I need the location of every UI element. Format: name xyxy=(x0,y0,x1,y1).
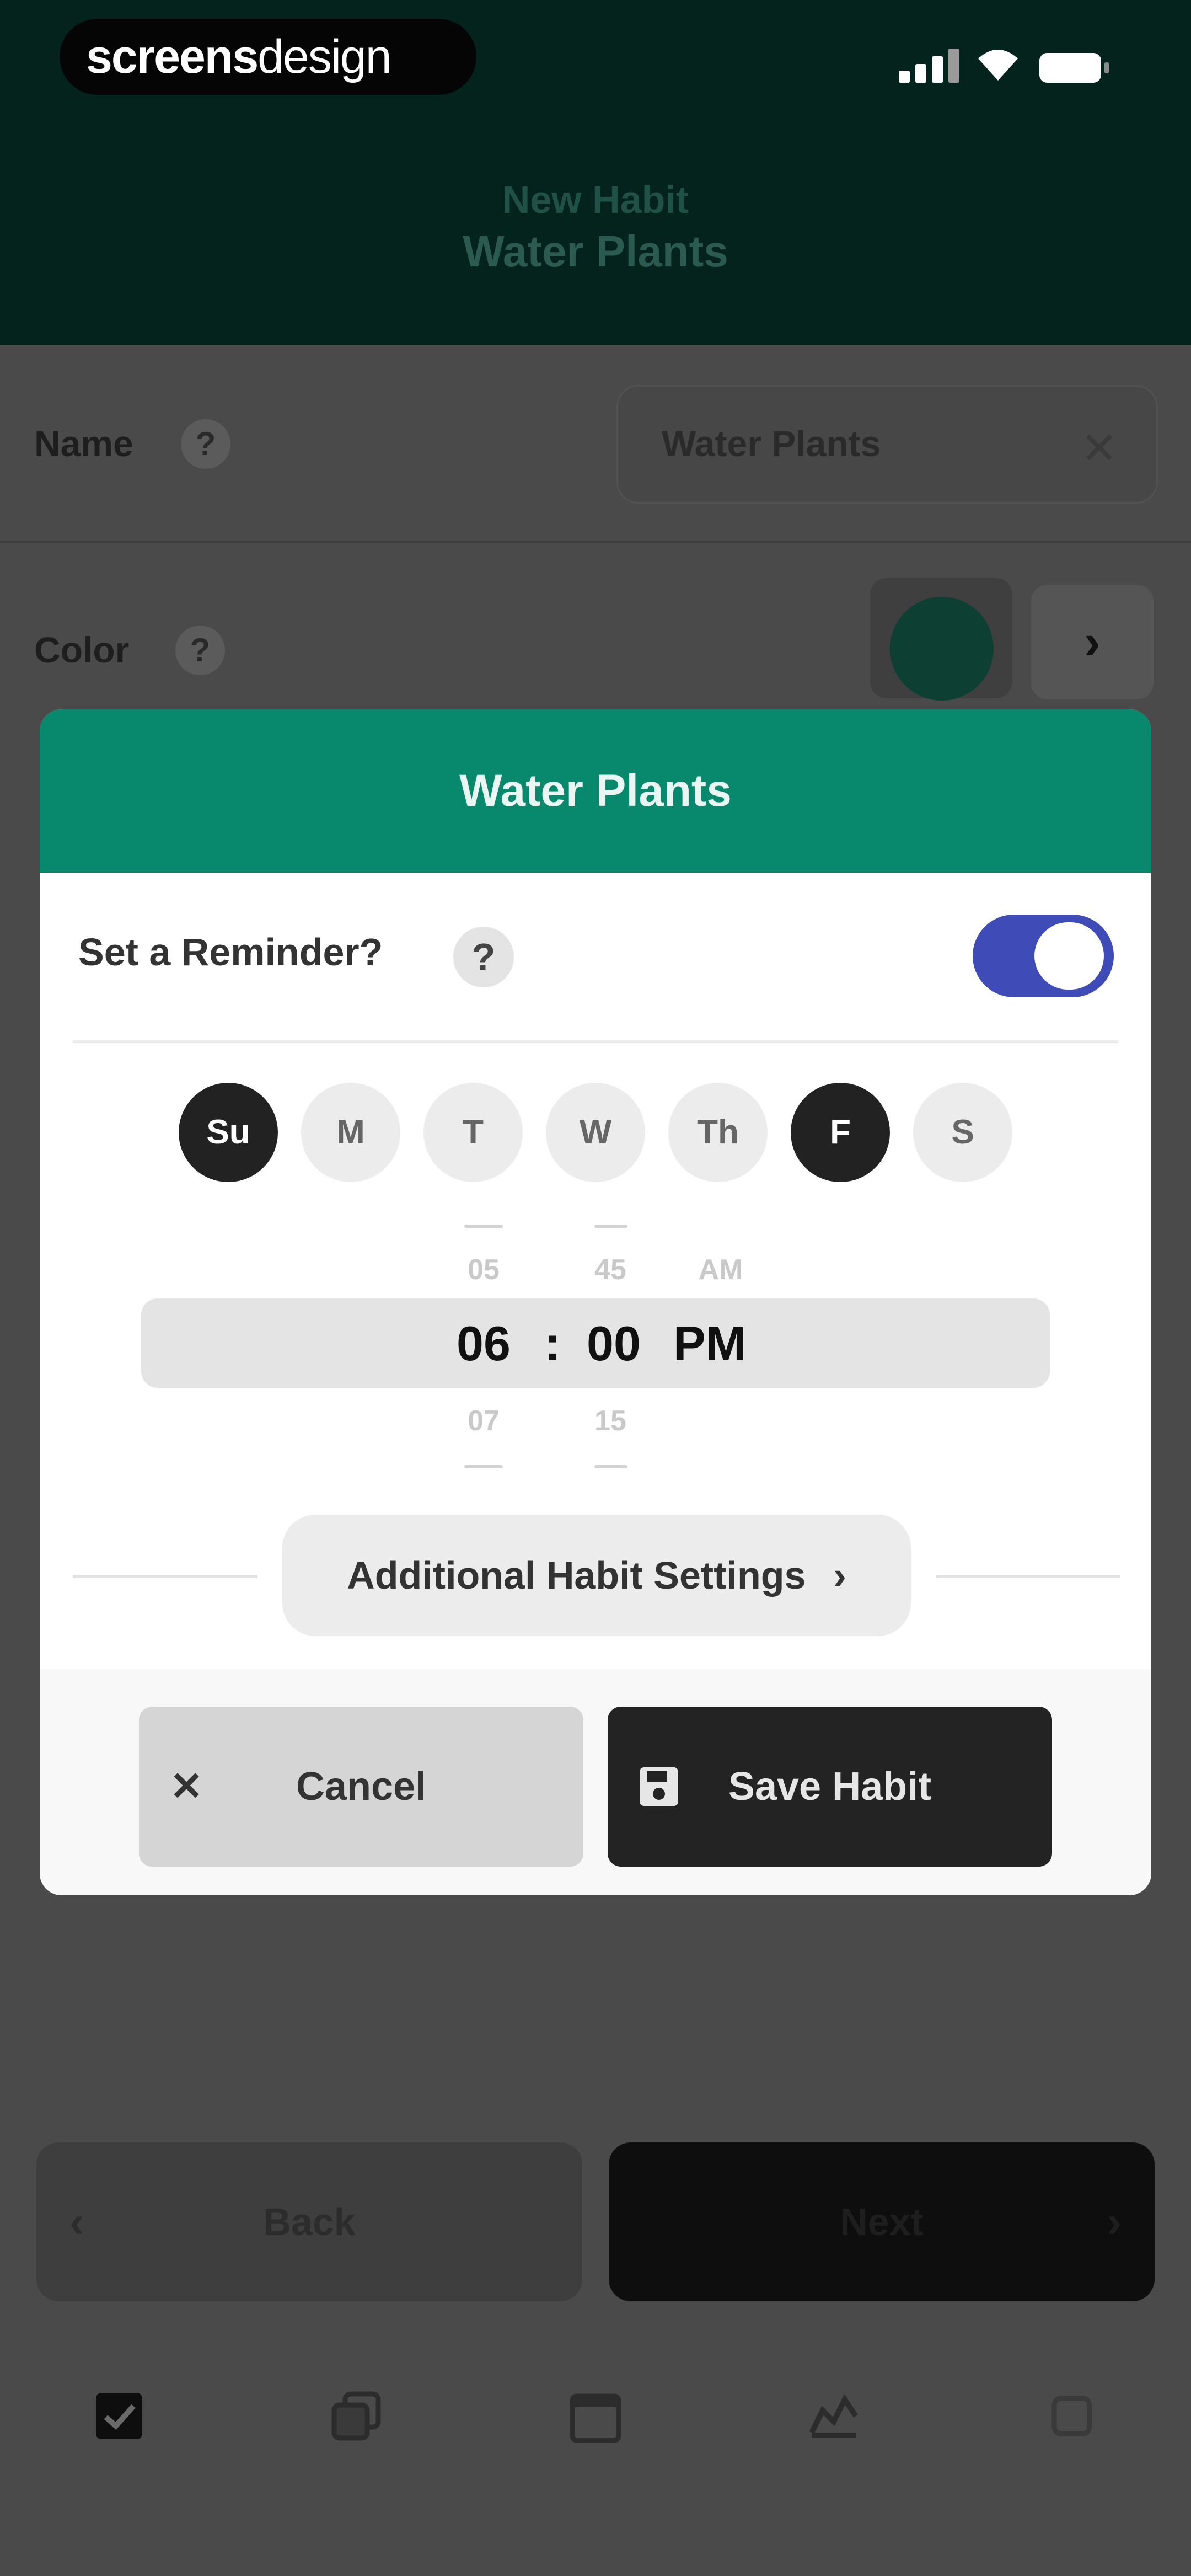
next-button[interactable]: Next › xyxy=(609,2142,1155,2301)
color-swatch[interactable] xyxy=(890,597,994,701)
wheel-dash xyxy=(464,1465,503,1468)
chevron-left-icon: ‹ xyxy=(69,2197,84,2246)
reminder-modal: Water Plants Set a Reminder? ? Su M T W … xyxy=(40,709,1151,1895)
wifi-icon xyxy=(978,50,1018,81)
day-saturday[interactable]: S xyxy=(913,1083,1012,1182)
header-title: Water Plants xyxy=(463,227,728,276)
name-input-value: Water Plants xyxy=(662,423,881,464)
color-label: Color xyxy=(34,629,130,670)
period-value[interactable]: PM xyxy=(668,1311,751,1377)
reminder-help-button[interactable]: ? xyxy=(453,927,514,987)
chevron-right-icon: › xyxy=(833,1554,846,1597)
settings-divider-right xyxy=(936,1575,1120,1578)
day-tuesday[interactable]: T xyxy=(423,1083,523,1182)
day-friday[interactable]: F xyxy=(791,1083,890,1182)
clear-icon[interactable]: ✕ xyxy=(1081,423,1118,474)
additional-settings-label: Additional Habit Settings xyxy=(347,1554,806,1597)
wheel-dash xyxy=(594,1225,627,1228)
toggle-knob xyxy=(1034,922,1104,990)
settings-divider-left xyxy=(73,1575,257,1578)
header-subtitle: New Habit xyxy=(502,178,689,221)
minute-next[interactable]: 15 xyxy=(586,1404,635,1437)
color-help-button[interactable]: ? xyxy=(175,626,225,675)
minute-prev[interactable]: 45 xyxy=(586,1253,635,1286)
hour-next[interactable]: 07 xyxy=(459,1404,508,1437)
minute-value[interactable]: 00 xyxy=(572,1311,655,1377)
brand-watermark: screensdesign xyxy=(60,19,476,95)
day-thursday[interactable]: Th xyxy=(668,1083,768,1182)
period-prev[interactable]: AM xyxy=(690,1253,751,1286)
cancel-button[interactable]: ✕ Cancel xyxy=(139,1707,583,1867)
battery-icon xyxy=(1039,53,1109,83)
reminder-label: Set a Reminder? xyxy=(78,931,383,974)
checklist-icon[interactable] xyxy=(92,2388,147,2444)
additional-settings-button[interactable]: Additional Habit Settings › xyxy=(282,1515,911,1636)
day-wednesday[interactable]: W xyxy=(546,1083,645,1182)
chevron-right-icon: › xyxy=(1107,2197,1122,2246)
wheel-dash xyxy=(594,1465,627,1468)
color-next-button[interactable]: › xyxy=(1031,585,1154,699)
modal-title: Water Plants xyxy=(40,709,1151,873)
name-label: Name xyxy=(34,423,133,464)
signal-icon xyxy=(899,44,961,83)
day-sunday[interactable]: Su xyxy=(179,1083,278,1182)
modal-divider xyxy=(73,1040,1118,1043)
day-monday[interactable]: M xyxy=(301,1083,400,1182)
back-button[interactable]: ‹ Back xyxy=(36,2142,582,2301)
copy-icon[interactable] xyxy=(329,2388,384,2444)
name-help-button[interactable]: ? xyxy=(181,419,230,469)
hour-prev[interactable]: 05 xyxy=(459,1253,508,1286)
stats-icon[interactable] xyxy=(806,2388,861,2444)
calendar-icon[interactable] xyxy=(568,2388,623,2444)
settings-icon[interactable] xyxy=(1044,2388,1099,2444)
wheel-dash xyxy=(464,1225,503,1228)
save-habit-button[interactable]: Save Habit xyxy=(608,1707,1052,1867)
hour-value[interactable]: 06 xyxy=(442,1311,525,1377)
row-divider xyxy=(0,541,1191,543)
time-separator: : xyxy=(544,1316,561,1371)
